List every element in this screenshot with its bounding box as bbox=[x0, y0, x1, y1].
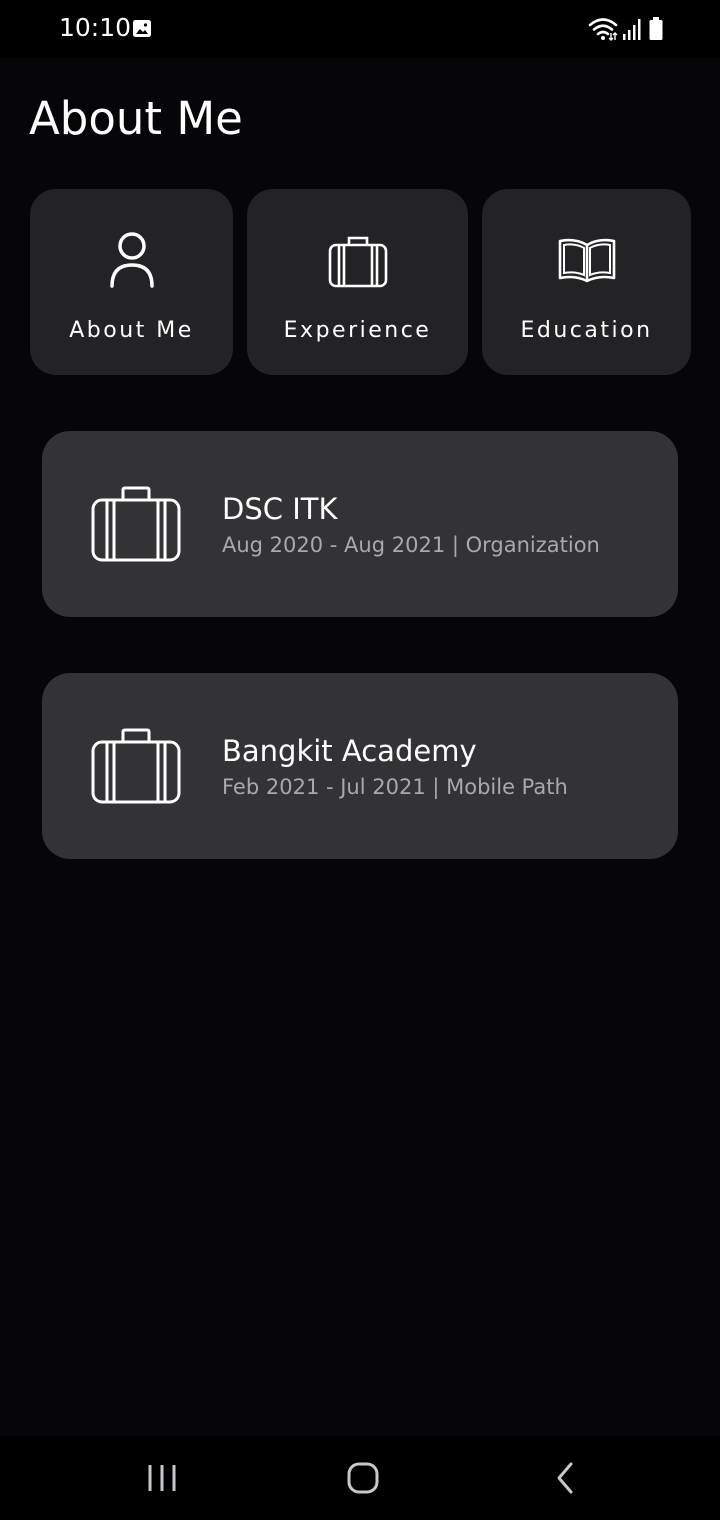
back-icon bbox=[557, 1462, 573, 1494]
status-icons bbox=[588, 16, 664, 42]
tab-about-me[interactable]: About Me bbox=[30, 189, 233, 375]
gallery-icon bbox=[133, 20, 151, 37]
status-bar: 10:10 bbox=[0, 0, 720, 58]
home-button[interactable] bbox=[333, 1454, 393, 1502]
tab-education[interactable]: Education bbox=[482, 189, 691, 375]
recent-apps-icon bbox=[148, 1465, 176, 1491]
battery-icon bbox=[649, 17, 663, 40]
back-button[interactable] bbox=[535, 1454, 595, 1502]
home-icon bbox=[347, 1462, 379, 1494]
experience-title: Bangkit Academy bbox=[222, 734, 477, 768]
signal-icon bbox=[623, 19, 641, 40]
screen: 10:10 About Me About Me Experience Educa… bbox=[0, 0, 720, 1520]
experience-subtitle: Feb 2021 - Jul 2021 | Mobile Path bbox=[222, 775, 568, 799]
tab-label: Experience bbox=[283, 318, 432, 343]
experience-card[interactable]: DSC ITK Aug 2020 - Aug 2021 | Organizati… bbox=[42, 431, 678, 617]
experience-subtitle: Aug 2020 - Aug 2021 | Organization bbox=[222, 533, 600, 557]
tab-label: Education bbox=[520, 318, 653, 343]
wifi-icon bbox=[588, 18, 618, 41]
navigation-bar bbox=[0, 1436, 720, 1520]
experience-title: DSC ITK bbox=[222, 492, 338, 526]
book-icon bbox=[558, 238, 615, 283]
page-title: About Me bbox=[29, 92, 243, 145]
tab-experience[interactable]: Experience bbox=[247, 189, 468, 375]
briefcase-icon bbox=[328, 236, 387, 288]
status-time: 10:10 bbox=[59, 13, 132, 42]
briefcase-icon bbox=[91, 728, 181, 804]
experience-card[interactable]: Bangkit Academy Feb 2021 - Jul 2021 | Mo… bbox=[42, 673, 678, 859]
recent-apps-button[interactable] bbox=[132, 1454, 192, 1502]
person-icon bbox=[109, 232, 154, 288]
briefcase-icon bbox=[91, 486, 181, 562]
tab-label: About Me bbox=[69, 318, 194, 343]
